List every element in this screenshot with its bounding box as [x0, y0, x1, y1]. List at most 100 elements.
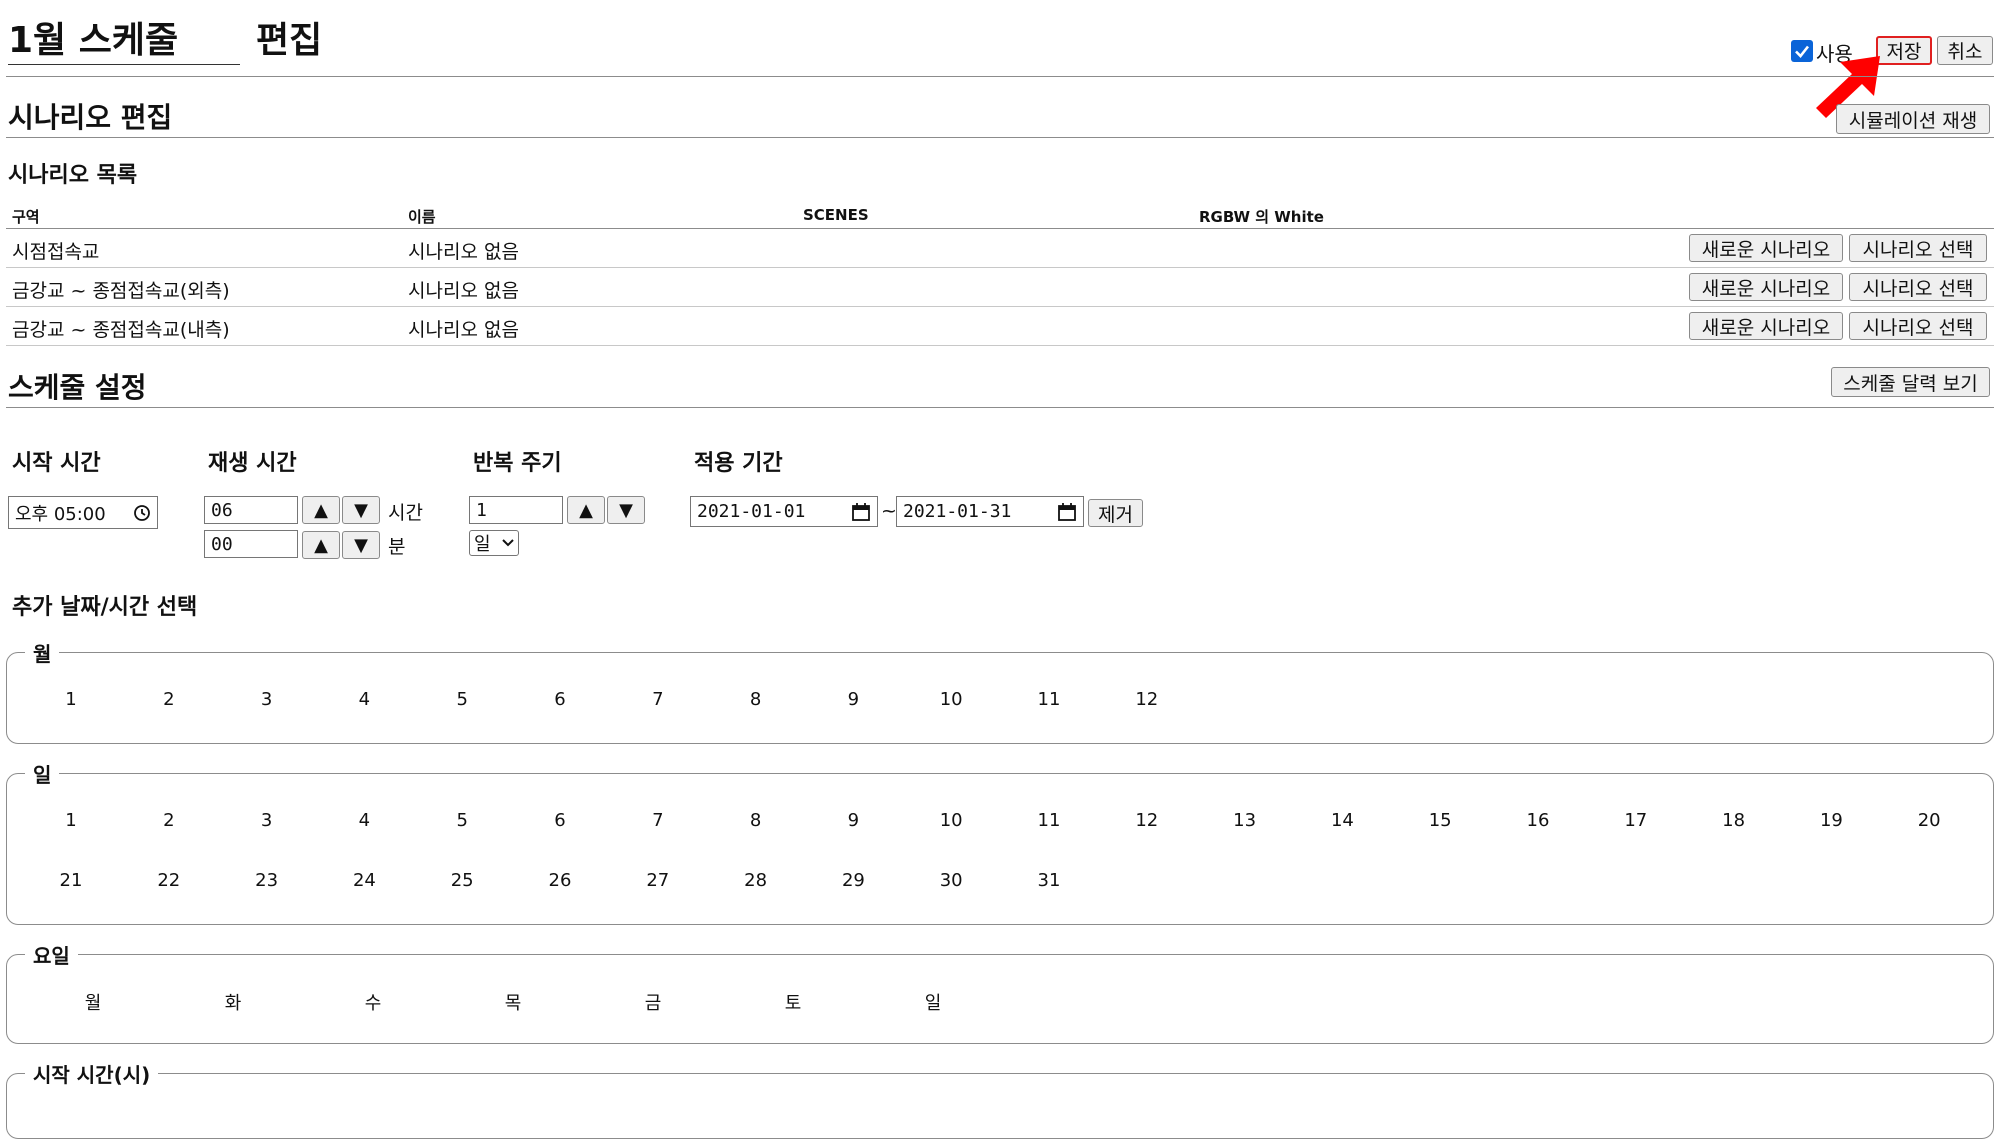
day-option[interactable]: 4 — [334, 810, 394, 831]
repeat-value-input[interactable]: 1 — [469, 496, 563, 524]
clock-icon — [134, 504, 150, 521]
day-option[interactable]: 24 — [334, 870, 394, 891]
cancel-button[interactable]: 취소 — [1937, 36, 1993, 65]
weekday-option[interactable]: 월 — [63, 989, 123, 1015]
day-option[interactable]: 30 — [921, 870, 981, 891]
day-option[interactable]: 1 — [41, 810, 101, 831]
period-start-date-value: 2021-01-01 — [697, 501, 806, 522]
play-minutes-input[interactable]: 00 — [204, 530, 298, 558]
day-option[interactable]: 26 — [530, 870, 590, 891]
weekday-option[interactable]: 목 — [483, 989, 543, 1015]
select-scenario-button[interactable]: 시나리오 선택 — [1849, 234, 1987, 262]
period-remove-button[interactable]: 제거 — [1088, 499, 1143, 527]
simulation-play-button[interactable]: 시뮬레이션 재생 — [1836, 104, 1990, 134]
month-option[interactable]: 7 — [628, 689, 688, 710]
month-option[interactable]: 10 — [921, 689, 981, 710]
day-option[interactable]: 20 — [1899, 810, 1959, 831]
apply-period-label: 적용 기간 — [694, 451, 783, 476]
minutes-increment-button[interactable]: ▲ — [302, 531, 340, 559]
up-arrow-icon: ▲ — [314, 534, 328, 556]
row-divider — [6, 345, 1994, 346]
weekdays-legend: 요일 — [33, 944, 70, 968]
month-option[interactable]: 12 — [1117, 689, 1177, 710]
day-option[interactable]: 23 — [237, 870, 297, 891]
month-option[interactable]: 9 — [823, 689, 883, 710]
weekday-option[interactable]: 수 — [343, 989, 403, 1015]
start-hour-legend: 시작 시간(시) — [33, 1063, 151, 1087]
month-option[interactable]: 4 — [334, 689, 394, 710]
month-option[interactable]: 1 — [41, 689, 101, 710]
repeat-increment-button[interactable]: ▲ — [567, 496, 605, 524]
day-option[interactable]: 25 — [432, 870, 492, 891]
select-scenario-button[interactable]: 시나리오 선택 — [1849, 312, 1987, 340]
day-option[interactable]: 28 — [726, 870, 786, 891]
select-scenario-button[interactable]: 시나리오 선택 — [1849, 273, 1987, 301]
period-start-date-input[interactable]: 2021-01-01 — [690, 496, 878, 527]
schedule-title-input[interactable]: 1월 스케줄 — [8, 18, 240, 65]
weekday-option[interactable]: 일 — [903, 989, 963, 1015]
day-option[interactable]: 15 — [1410, 810, 1470, 831]
scenario-edit-divider — [6, 137, 1994, 138]
chevron-down-icon — [502, 539, 514, 547]
day-option[interactable]: 13 — [1215, 810, 1275, 831]
day-option[interactable]: 16 — [1508, 810, 1568, 831]
day-option[interactable]: 3 — [237, 810, 297, 831]
weekdays-fieldset: 요일 — [6, 940, 1994, 1044]
day-option[interactable]: 12 — [1117, 810, 1177, 831]
day-option[interactable]: 9 — [823, 810, 883, 831]
minutes-decrement-button[interactable]: ▼ — [342, 531, 380, 559]
hours-decrement-button[interactable]: ▼ — [342, 496, 380, 524]
row-divider — [6, 306, 1994, 307]
day-option[interactable]: 27 — [628, 870, 688, 891]
column-header-zone: 구역 — [12, 208, 40, 226]
weekday-option[interactable]: 화 — [203, 989, 263, 1015]
checkmark-icon — [1795, 45, 1810, 58]
day-option[interactable]: 18 — [1704, 810, 1764, 831]
extra-selection-heading: 추가 날짜/시간 선택 — [12, 595, 198, 620]
new-scenario-button[interactable]: 새로운 시나리오 — [1689, 312, 1843, 340]
day-option[interactable]: 5 — [432, 810, 492, 831]
day-option[interactable]: 2 — [139, 810, 199, 831]
day-option[interactable]: 19 — [1801, 810, 1861, 831]
down-arrow-icon: ▼ — [354, 534, 368, 556]
hours-unit-label: 시간 — [388, 502, 423, 524]
day-option[interactable]: 29 — [823, 870, 883, 891]
schedule-calendar-button[interactable]: 스케줄 달력 보기 — [1831, 367, 1990, 397]
table-header-divider — [6, 228, 1994, 229]
day-option[interactable]: 21 — [41, 870, 101, 891]
day-option[interactable]: 31 — [1019, 870, 1079, 891]
day-option[interactable]: 11 — [1019, 810, 1079, 831]
day-option[interactable]: 14 — [1312, 810, 1372, 831]
new-scenario-button[interactable]: 새로운 시나리오 — [1689, 234, 1843, 262]
month-option[interactable]: 2 — [139, 689, 199, 710]
day-option[interactable]: 17 — [1606, 810, 1666, 831]
new-scenario-button[interactable]: 새로운 시나리오 — [1689, 273, 1843, 301]
row-zone: 시점접속교 — [12, 241, 100, 263]
months-legend: 월 — [33, 642, 52, 666]
start-time-input[interactable]: 오후 05:00 — [8, 496, 158, 529]
period-end-date-input[interactable]: 2021-01-31 — [896, 496, 1084, 527]
up-arrow-icon: ▲ — [579, 499, 593, 521]
weekday-option[interactable]: 금 — [623, 989, 683, 1015]
month-option[interactable]: 11 — [1019, 689, 1079, 710]
repeat-decrement-button[interactable]: ▼ — [607, 496, 645, 524]
down-arrow-icon: ▼ — [354, 499, 368, 521]
repeat-unit-select[interactable]: 일 — [469, 530, 519, 556]
hours-increment-button[interactable]: ▲ — [302, 496, 340, 524]
schedule-title-text: 1월 스케줄 — [8, 20, 179, 61]
use-checkbox[interactable] — [1791, 40, 1813, 62]
play-hours-input[interactable]: 06 — [204, 496, 298, 524]
day-option[interactable]: 22 — [139, 870, 199, 891]
day-option[interactable]: 10 — [921, 810, 981, 831]
weekday-option[interactable]: 토 — [763, 989, 823, 1015]
column-header-scenes: SCENES — [803, 206, 869, 224]
month-option[interactable]: 8 — [726, 689, 786, 710]
day-option[interactable]: 7 — [628, 810, 688, 831]
month-option[interactable]: 5 — [432, 689, 492, 710]
month-option[interactable]: 3 — [237, 689, 297, 710]
month-option[interactable]: 6 — [530, 689, 590, 710]
repeat-unit-selected: 일 — [474, 534, 491, 555]
day-option[interactable]: 8 — [726, 810, 786, 831]
start-time-label: 시작 시간 — [12, 451, 101, 476]
day-option[interactable]: 6 — [530, 810, 590, 831]
